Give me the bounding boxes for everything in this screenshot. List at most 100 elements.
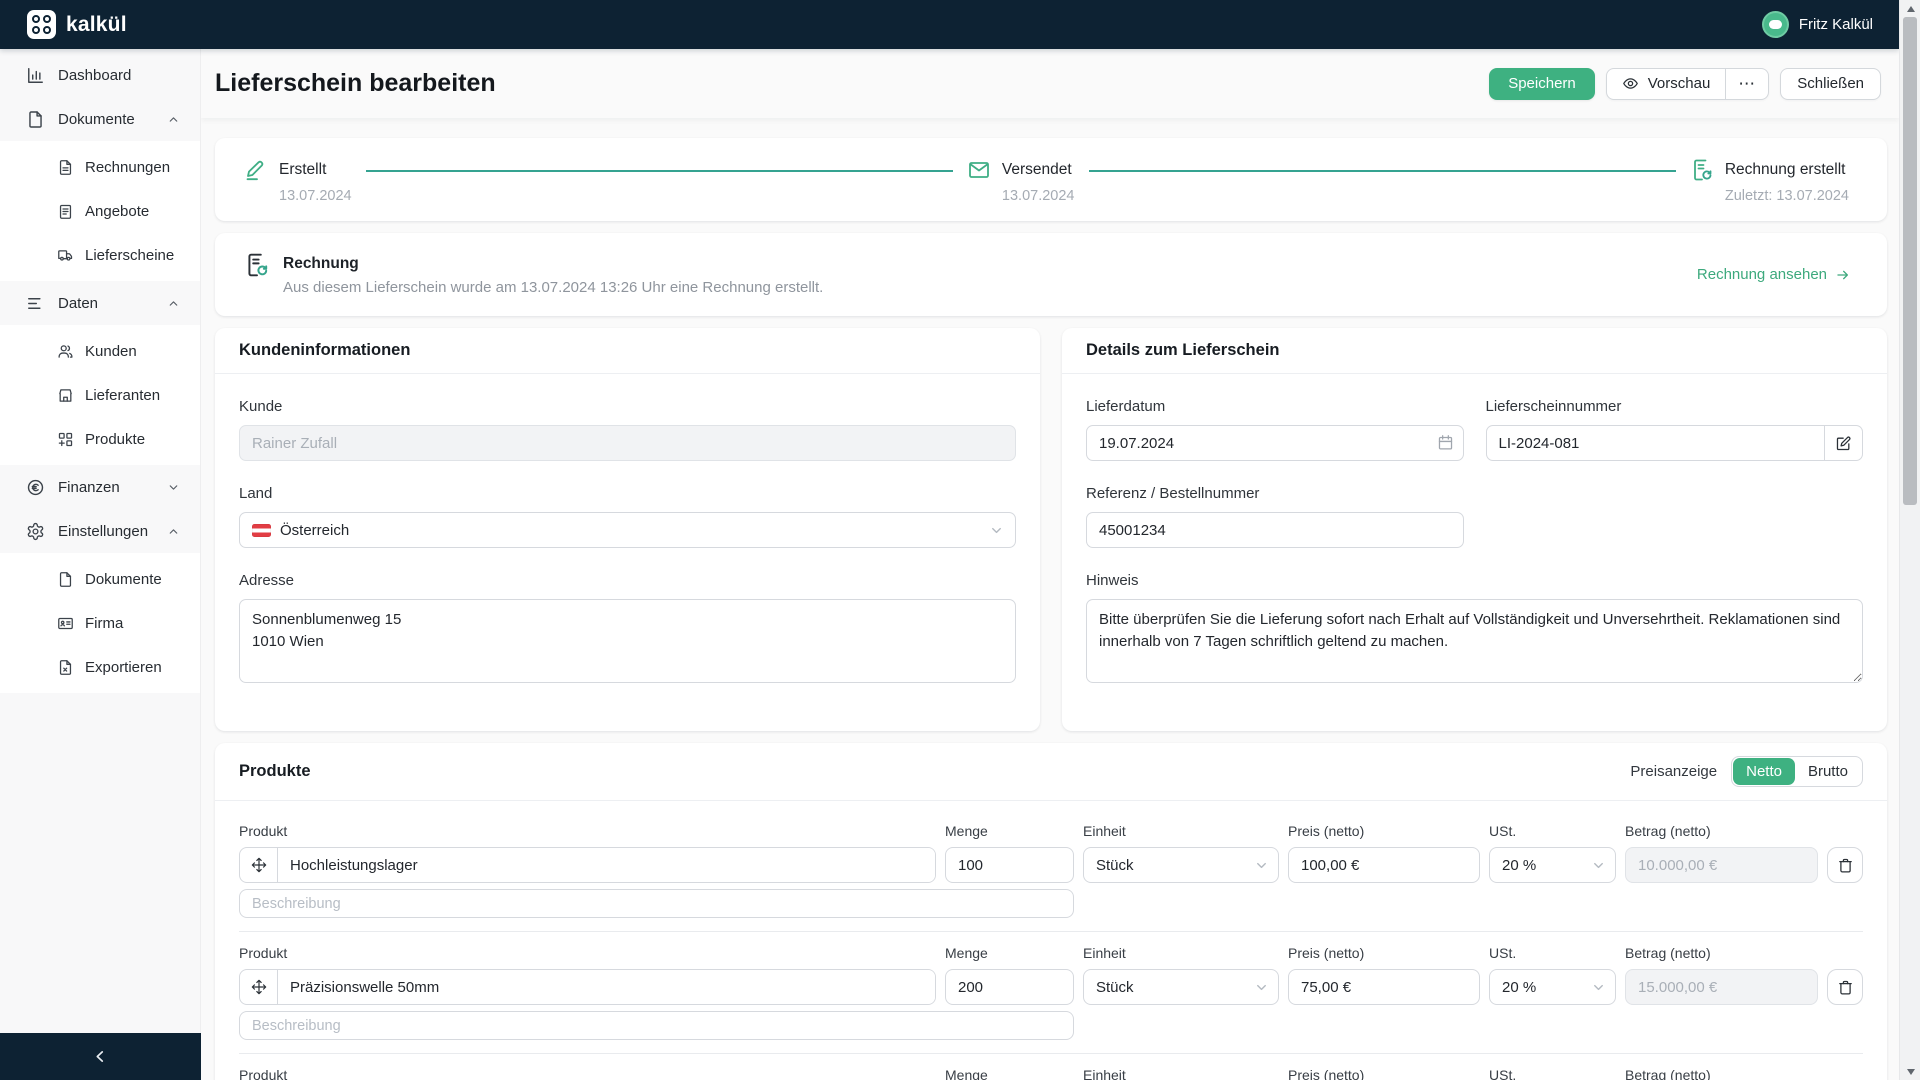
sidebar-item-label: Dokumente xyxy=(85,570,162,588)
lieferscheinnummer-field[interactable] xyxy=(1485,425,1825,461)
scrollbar-thumb[interactable] xyxy=(1903,17,1917,505)
product-name-group xyxy=(239,969,936,1005)
sidebar-item-angebote[interactable]: Angebote xyxy=(0,189,200,233)
info-cards-row: Kundeninformationen Kunde Land Österreic… xyxy=(215,328,1887,731)
lieferdatum-field[interactable] xyxy=(1086,425,1464,461)
close-button[interactable]: Schließen xyxy=(1780,67,1881,100)
page-header: Lieferschein bearbeiten Speichern Vorsch… xyxy=(201,49,1899,118)
sidebar-item-rechnungen[interactable]: Rechnungen xyxy=(0,145,200,189)
timeline-step-label: Erstellt xyxy=(279,161,327,178)
banner-message: Aus diesem Lieferschein wurde am 13.07.2… xyxy=(283,279,824,296)
sidebar-item-dokumente[interactable]: Dokumente xyxy=(0,97,200,141)
sidebar-item-label: Produkte xyxy=(85,430,146,448)
arrow-right-icon xyxy=(1835,267,1851,283)
sidebar-item-daten[interactable]: Daten xyxy=(0,281,200,325)
invoice-file-icon xyxy=(57,159,74,176)
chevron-down-icon xyxy=(1254,980,1269,995)
grid-plus-icon xyxy=(57,431,74,448)
sidebar-item-einstellungen-dokumente[interactable]: Dokumente xyxy=(0,557,200,601)
col-label-menge: Menge xyxy=(945,823,988,839)
beschreibung-field[interactable] xyxy=(239,1011,1074,1040)
sidebar-item-firma[interactable]: Firma xyxy=(0,601,200,645)
trash-icon xyxy=(1837,979,1854,996)
preis-field[interactable] xyxy=(1288,969,1480,1005)
ust-select[interactable]: 20 % xyxy=(1489,969,1616,1005)
adresse-field[interactable]: Sonnenblumenweg 15 1010 Wien xyxy=(239,599,1016,683)
scrollbar-up-arrow[interactable] xyxy=(1900,0,1920,17)
list-lines-icon xyxy=(26,294,45,313)
sidebar-item-kunden[interactable]: Kunden xyxy=(0,329,200,373)
product-name-field[interactable] xyxy=(278,848,935,882)
sidebar-item-finanzen[interactable]: Finanzen xyxy=(0,465,200,509)
product-name-field[interactable] xyxy=(278,970,935,1004)
brand-logo[interactable]: kalkül xyxy=(27,10,127,39)
user-menu[interactable]: Fritz Kalkül xyxy=(1761,11,1873,38)
bar-chart-icon xyxy=(26,66,45,85)
sidebar-item-exportieren[interactable]: Exportieren xyxy=(0,645,200,689)
sidebar-item-dashboard[interactable]: Dashboard xyxy=(0,53,200,97)
col-label-betrag: Betrag (netto) xyxy=(1625,823,1711,839)
ust-value: 20 % xyxy=(1502,856,1537,874)
menge-field[interactable] xyxy=(945,847,1074,883)
col-label-ust: USt. xyxy=(1489,945,1517,961)
preis-field[interactable] xyxy=(1288,847,1480,883)
col-label-ust: USt. xyxy=(1489,1067,1517,1080)
col-label-einheit: Einheit xyxy=(1083,823,1126,839)
sidebar-item-lieferanten[interactable]: Lieferanten xyxy=(0,373,200,417)
invoice-banner-card: Rechnung Aus diesem Lieferschein wurde a… xyxy=(215,233,1887,316)
envelope-icon xyxy=(967,158,991,182)
sidebar: Dashboard Dokumente Rechnungen Angebote … xyxy=(0,49,201,1080)
chevron-down-icon xyxy=(1591,858,1606,873)
vertical-scrollbar[interactable] xyxy=(1899,0,1920,1080)
lieferscheinnummer-label: Lieferscheinnummer xyxy=(1485,398,1622,415)
sidebar-collapse-button[interactable] xyxy=(0,1033,201,1080)
einheit-select[interactable]: Stück xyxy=(1083,969,1279,1005)
land-select[interactable]: Österreich xyxy=(239,512,1016,548)
main-area: Lieferschein bearbeiten Speichern Vorsch… xyxy=(201,49,1899,1080)
hinweis-field[interactable]: Bitte überprüfen Sie die Lieferung sofor… xyxy=(1086,599,1863,683)
sidebar-item-produkte[interactable]: Produkte xyxy=(0,417,200,461)
delivery-truck-icon xyxy=(57,247,74,264)
col-label-preis: Preis (netto) xyxy=(1288,945,1365,961)
sidebar-item-label: Dashboard xyxy=(58,66,132,84)
row-divider xyxy=(239,1053,1863,1054)
brand-logo-icon xyxy=(27,10,56,39)
sidebar-item-label: Lieferscheine xyxy=(85,246,175,264)
brutto-toggle[interactable]: Brutto xyxy=(1795,758,1861,785)
more-options-button[interactable]: ⋯ xyxy=(1725,68,1768,99)
netto-toggle[interactable]: Netto xyxy=(1733,758,1795,785)
ellipsis-icon: ⋯ xyxy=(1738,74,1757,93)
offer-clipboard-icon xyxy=(57,203,74,220)
beschreibung-field[interactable] xyxy=(239,889,1074,918)
betrag-field xyxy=(1625,847,1818,883)
betrag-field xyxy=(1625,969,1818,1005)
product-rows: Produkt Menge Einheit Preis (netto) USt.… xyxy=(215,801,1887,1080)
preview-button[interactable]: Vorschau xyxy=(1607,69,1726,99)
view-invoice-link[interactable]: Rechnung ansehen xyxy=(1697,266,1851,283)
timeline-step-label: Rechnung erstellt xyxy=(1724,161,1846,178)
menge-field[interactable] xyxy=(945,969,1074,1005)
einheit-select[interactable]: Stück xyxy=(1083,847,1279,883)
delete-row-button[interactable] xyxy=(1827,969,1863,1005)
edit-number-button[interactable] xyxy=(1825,425,1863,461)
chevron-down-icon xyxy=(1254,858,1269,873)
ust-select[interactable]: 20 % xyxy=(1489,847,1616,883)
col-label-produkt: Produkt xyxy=(239,823,288,839)
col-label-einheit: Einheit xyxy=(1083,1067,1126,1080)
sidebar-item-lieferscheine[interactable]: Lieferscheine xyxy=(0,233,200,277)
kunde-field[interactable] xyxy=(239,425,1016,461)
scrollbar-down-arrow[interactable] xyxy=(1900,1063,1920,1080)
drag-handle[interactable] xyxy=(240,970,278,1004)
details-card-title: Details zum Lieferschein xyxy=(1062,328,1887,374)
drag-handle[interactable] xyxy=(240,848,278,882)
preview-label: Vorschau xyxy=(1647,75,1711,92)
referenz-field[interactable] xyxy=(1086,512,1464,548)
save-button[interactable]: Speichern xyxy=(1489,67,1595,100)
delete-row-button[interactable] xyxy=(1827,847,1863,883)
sidebar-item-einstellungen[interactable]: Einstellungen xyxy=(0,509,200,553)
kunde-label: Kunde xyxy=(239,398,283,415)
product-name-group xyxy=(239,847,936,883)
col-label-preis: Preis (netto) xyxy=(1288,1067,1365,1080)
sidebar-item-label: Exportieren xyxy=(85,658,162,676)
calendar-icon[interactable] xyxy=(1437,434,1454,451)
